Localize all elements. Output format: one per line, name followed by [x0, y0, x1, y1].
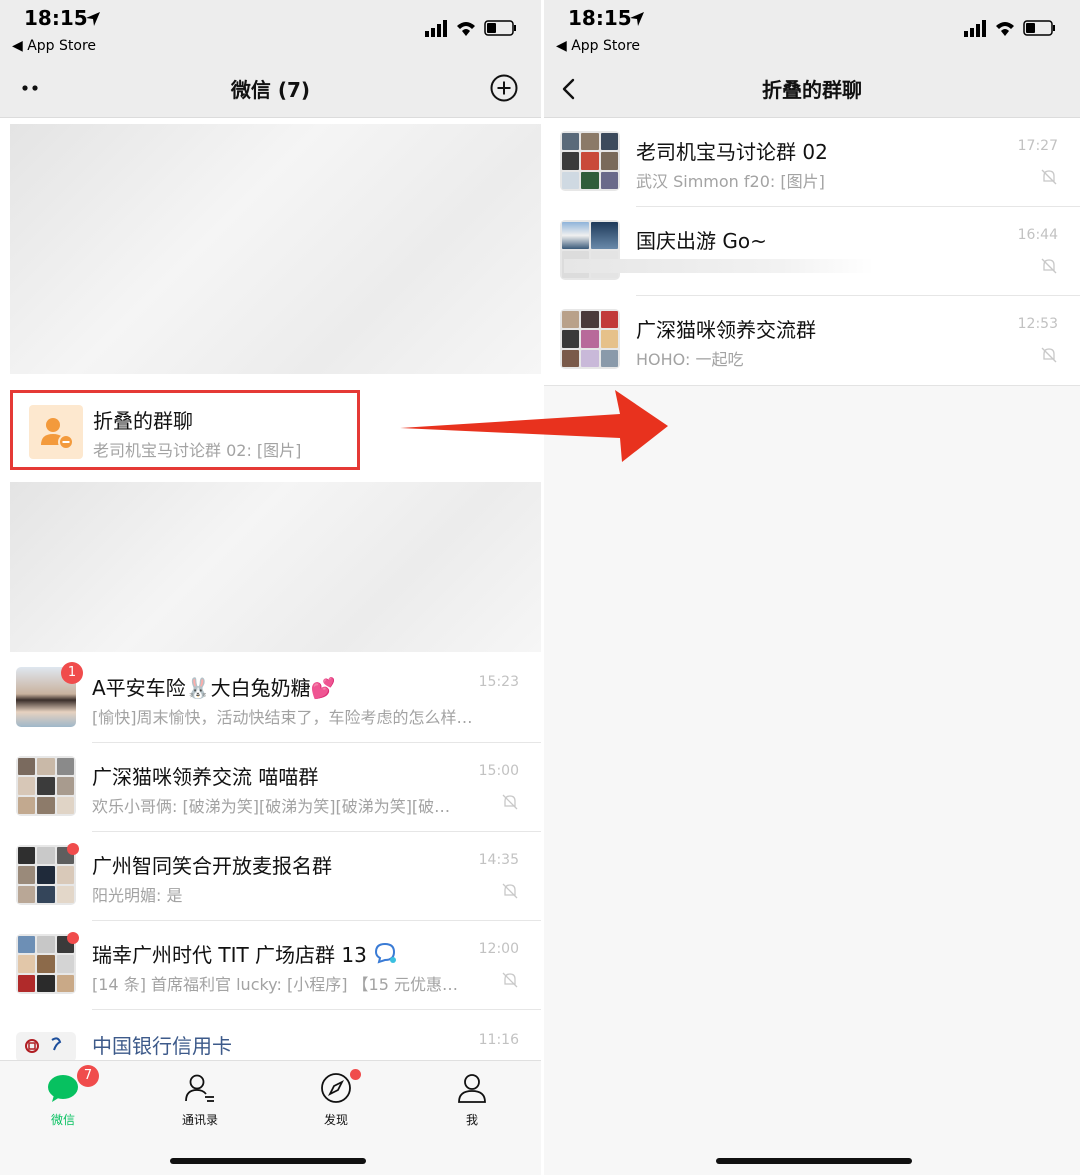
folded-group-avatar — [29, 405, 83, 459]
chat-title: 广州智同笑合开放麦报名群 — [92, 854, 332, 878]
wechat-chat-list-screen: 18:15 ◀ App Store 微信 (7) 折叠的群聊 老司机宝马讨论群 … — [0, 0, 541, 1175]
location-arrow-icon — [630, 12, 644, 26]
home-indicator — [170, 1158, 366, 1164]
discover-dot — [350, 1069, 361, 1080]
signal-wifi-battery-icon — [964, 20, 1055, 37]
chat-time: 12:00 — [478, 941, 519, 957]
chat-bubble-icon — [48, 1075, 78, 1102]
unread-badge: 7 — [77, 1065, 99, 1087]
chat-row[interactable]: 广深猫咪领养交流 喵喵群 欢乐小哥俩: [破涕为笑][破涕为笑][破涕为笑][破… — [0, 743, 541, 832]
empty-area — [544, 386, 1080, 1175]
blurred-preview — [564, 259, 874, 273]
tab-chats[interactable]: 微信 7 — [13, 1065, 113, 1141]
status-bar: 18:15 ◀ App Store — [544, 0, 1080, 60]
chat-title: 国庆出游 Go~ — [636, 229, 767, 253]
mute-bell-icon — [1041, 169, 1057, 185]
chat-subtitle: HOHO: 一起吃 — [636, 350, 744, 369]
group-avatar — [560, 131, 620, 191]
unread-dot — [67, 932, 79, 944]
nav-bar: 微信 (7) — [0, 60, 541, 118]
status-time: 18:15 — [568, 6, 632, 30]
chat-subtitle: [14 条] 首席福利官 lucky: [小程序] 【15 元优惠… — [92, 975, 458, 994]
location-arrow-icon — [86, 12, 100, 26]
bank-logo-icon — [25, 1037, 62, 1053]
chat-row[interactable]: 1 A平安车险🐰大白兔奶糖💕 [愉快]周末愉快，活动快结束了，车险考虑的怎么样…… — [0, 654, 541, 743]
chat-subtitle: 欢乐小哥俩: [破涕为笑][破涕为笑][破涕为笑][破… — [92, 797, 451, 816]
group-avatar — [560, 309, 620, 369]
chat-row[interactable]: 广州智同笑合开放麦报名群 阳光明媚: 是 14:35 — [0, 832, 541, 921]
folded-title: 折叠的群聊 — [93, 409, 193, 433]
chat-row[interactable]: 老司机宝马讨论群 02 武汉 Simmon f20: [图片] 17:27 — [544, 118, 1080, 207]
folded-chat-list: 老司机宝马讨论群 02 武汉 Simmon f20: [图片] 17:27 国庆… — [544, 118, 1080, 386]
chat-row[interactable]: 国庆出游 Go~ 16:44 — [544, 207, 1080, 296]
signal-wifi-battery-icon — [425, 20, 516, 37]
status-bar: 18:15 ◀ App Store — [0, 0, 541, 60]
mute-bell-icon — [1041, 258, 1057, 274]
chat-time: 15:00 — [478, 763, 519, 779]
chat-title: 老司机宝马讨论群 02 — [636, 140, 828, 164]
tab-label: 微信 — [50, 1113, 75, 1127]
chat-title: A平安车险🐰大白兔奶糖💕 — [92, 676, 336, 700]
status-time: 18:15 — [24, 6, 88, 30]
chat-time: 14:35 — [478, 852, 519, 868]
group-avatar — [16, 845, 76, 905]
page-title: 微信 (7) — [230, 78, 311, 102]
nav-bar: 折叠的群聊 — [544, 60, 1080, 118]
back-to-app-store-link[interactable]: ◀ App Store — [12, 38, 96, 54]
chat-title: 中国银行信用卡 — [92, 1034, 232, 1058]
chat-row[interactable]: 瑞幸广州时代 TIT 广场店群 13 [14 条] 首席福利官 lucky: [… — [0, 921, 541, 1010]
folded-group-chats-entry[interactable]: 折叠的群聊 老司机宝马讨论群 02: [图片] — [10, 390, 360, 470]
chat-subtitle: [愉快]周末愉快，活动快结束了，车险考虑的怎么样… — [92, 708, 473, 727]
chat-subtitle: 武汉 Simmon f20: [图片] — [636, 172, 825, 191]
group-avatar — [16, 934, 76, 994]
home-indicator — [716, 1158, 912, 1164]
tab-label: 发现 — [323, 1113, 348, 1127]
blurred-chat-area — [10, 124, 541, 374]
person-icon — [458, 1074, 486, 1103]
folded-group-chats-screen: 18:15 ◀ App Store 折叠的群聊 老司机宝马讨论群 02 武汉 S… — [544, 0, 1080, 1175]
contacts-icon — [185, 1074, 214, 1102]
tab-contacts[interactable]: 通讯录 — [150, 1071, 250, 1141]
mute-bell-icon — [502, 972, 518, 988]
chat-time: 16:44 — [1017, 227, 1058, 243]
tab-label: 通讯录 — [181, 1113, 218, 1127]
chat-time: 12:53 — [1017, 316, 1058, 332]
chat-title: 广深猫咪领养交流群 — [636, 318, 816, 342]
group-avatar — [16, 756, 76, 816]
back-to-app-store-link[interactable]: ◀ App Store — [556, 38, 640, 54]
tab-me[interactable]: 我 — [422, 1071, 522, 1141]
page-title: 折叠的群聊 — [762, 78, 862, 102]
chat-subtitle: 阳光明媚: 是 — [92, 886, 183, 905]
mini-program-icon — [374, 942, 396, 964]
chat-row[interactable]: 中国银行信用卡 11:16 — [0, 1010, 541, 1060]
chat-row[interactable]: 广深猫咪领养交流群 HOHO: 一起吃 12:53 — [544, 296, 1080, 385]
red-arrow-icon — [400, 390, 668, 462]
mute-bell-icon — [1041, 347, 1057, 363]
chat-title: 瑞幸广州时代 TIT 广场店群 13 — [92, 943, 367, 967]
chat-time: 17:27 — [1017, 138, 1058, 154]
folded-subtitle: 老司机宝马讨论群 02: [图片] — [93, 441, 302, 460]
mute-bell-icon — [502, 794, 518, 810]
tab-label: 我 — [465, 1113, 478, 1127]
chat-time: 15:23 — [478, 674, 519, 690]
unread-dot — [67, 843, 79, 855]
bank-logo-avatar — [16, 1032, 76, 1060]
chat-title: 广深猫咪领养交流 喵喵群 — [92, 765, 319, 789]
chat-time: 11:16 — [478, 1032, 519, 1048]
mute-bell-icon — [502, 883, 518, 899]
group-folded-icon — [41, 418, 74, 450]
compass-icon — [321, 1073, 351, 1103]
blurred-chat-area — [10, 482, 541, 652]
tab-discover[interactable]: 发现 — [286, 1069, 386, 1141]
unread-badge: 1 — [61, 662, 83, 684]
add-circle-icon[interactable] — [489, 73, 519, 103]
